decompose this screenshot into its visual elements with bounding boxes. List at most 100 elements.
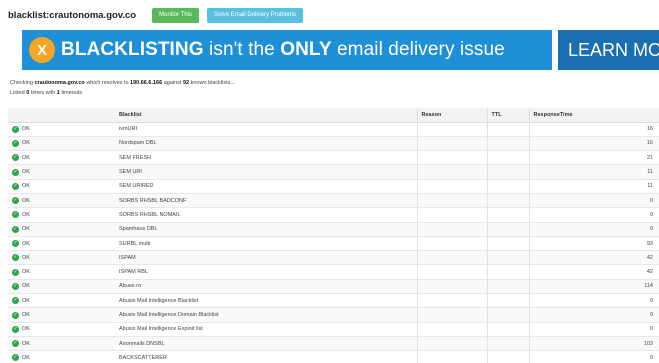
ttl-cell (486, 179, 529, 194)
reason-cell (416, 193, 487, 209)
status-cell: ✓ OK (8, 179, 115, 194)
response-time-cell: 11 (528, 179, 659, 194)
check-circle-icon: ✓ (12, 268, 19, 276)
check-circle-icon: ✓ (12, 325, 19, 333)
response-time-cell: 0 (528, 307, 659, 323)
table-row[interactable]: ✓ OK SORBS RHSBL BADCONF 0 (8, 193, 659, 209)
check-circle-icon: ✓ (12, 340, 19, 348)
status-text: OK (22, 283, 30, 290)
check-summary: Checking crautonoma.gov.co which resolve… (10, 78, 235, 98)
response-time-cell: 0 (528, 207, 659, 223)
status-cell: ✓ OK (8, 164, 115, 180)
blacklist-name: SURBL multi (115, 236, 417, 252)
table-row[interactable]: ✓ OK SEM URI 11 (8, 164, 659, 180)
status-text: OK (22, 197, 30, 204)
listed-line: Listed 0 times with 1 timeouts (10, 90, 83, 96)
solve-email-delivery-button[interactable]: Solve Email Delivery Problems (207, 7, 304, 23)
response-time-cell: 16 (528, 136, 659, 152)
table-row[interactable]: ✓ OK Abusix Mail Intelligence Blacklist 0 (8, 293, 659, 309)
page-title: blacklist:crautonoma.gov.co (8, 9, 137, 21)
learn-more-button[interactable]: LEARN MORE (558, 30, 659, 70)
top-bar: blacklist:crautonoma.gov.co Monitor This… (8, 6, 304, 24)
status-text: OK (22, 211, 30, 218)
ttl-cell (486, 193, 529, 209)
ttl-cell (486, 279, 529, 295)
reason-cell (416, 264, 487, 280)
blacklist-name: ivmURI (115, 122, 417, 137)
blacklist-name: SEM URI (115, 164, 417, 180)
table-row[interactable]: ✓ OK SEM FRESH 21 (8, 150, 659, 166)
status-text: OK (22, 312, 30, 318)
table-row[interactable]: ✓ OK Spamhaus DBL 0 (8, 222, 659, 237)
table-row[interactable]: ✓ OK Abusix Mail Intelligence Domain Black… (8, 307, 659, 323)
table-row[interactable]: ✓ OK BACKSCATTERER 0 (8, 350, 659, 363)
response-time-cell: 21 (528, 150, 659, 166)
blacklist-name: Spamhaus DBL (115, 222, 417, 237)
table-row[interactable]: ✓ OK Anonmails DNSBL 103 (8, 336, 659, 352)
reason-cell (416, 322, 487, 337)
ttl-cell (486, 136, 529, 152)
table-row[interactable]: ✓ OK ISPAM RBL 42 (8, 264, 659, 280)
table-row[interactable]: ✓ OK SURBL multi 93 (8, 236, 659, 252)
check-circle-icon: ✓ (12, 211, 19, 219)
check-circle-icon: ✓ (12, 354, 19, 362)
response-time-cell: 0 (528, 350, 659, 363)
reason-cell (416, 250, 487, 266)
ad-banner[interactable]: X BLACKLISTING isn't the ONLY email deli… (22, 30, 659, 70)
reason-column-header[interactable]: Reason (416, 108, 487, 123)
status-cell: ✓ OK (8, 122, 115, 137)
status-cell: ✓ OK (8, 350, 115, 363)
blacklist-name: SORBS RHSBL BADCONF (115, 193, 417, 209)
blacklist-name: Abusix Mail Intelligence Blacklist (115, 293, 417, 309)
check-circle-icon: ✓ (12, 182, 19, 190)
response-time-cell: 16 (528, 122, 659, 137)
table-row[interactable]: ✓ OK ivmURI 16 (8, 122, 659, 137)
blacklist-name: ISPAM (115, 250, 417, 266)
reason-cell (416, 307, 487, 323)
status-column-header (8, 108, 115, 123)
ttl-cell (486, 264, 529, 280)
table-row[interactable]: ✓ OK SORBS RHSBL NOMAIL 0 (8, 207, 659, 223)
ttl-cell (486, 222, 529, 237)
status-text: OK (22, 240, 30, 247)
status-text: OK (22, 154, 30, 161)
blacklist-name: SORBS RHSBL NOMAIL (115, 207, 417, 223)
check-circle-icon: ✓ (12, 154, 19, 162)
ttl-cell (486, 122, 529, 137)
response-time-cell: 42 (528, 264, 659, 280)
table-row[interactable]: ✓ OK SEM URIRED 11 (8, 179, 659, 194)
status-text: OK (22, 140, 30, 147)
check-circle-icon: ✓ (12, 311, 19, 319)
table-row[interactable]: ✓ OK ISPAM 42 (8, 250, 659, 266)
reason-cell (416, 279, 487, 295)
status-text: OK (22, 340, 30, 347)
ttl-cell (486, 307, 529, 323)
blacklist-name: SEM URIRED (115, 179, 417, 194)
monitor-this-button[interactable]: Monitor This (152, 7, 200, 23)
status-text: OK (22, 226, 30, 233)
status-text: OK (22, 169, 30, 176)
response-time-cell: 0 (528, 222, 659, 237)
table-row[interactable]: ✓ OK Nordspam DBL 16 (8, 136, 659, 152)
blacklist-column-header[interactable]: Blacklist (115, 108, 417, 123)
blacklist-table: Blacklist Reason TTL ResponseTime ✓ OK ivm… (8, 108, 659, 363)
table-row[interactable]: ✓ OK Abusix Mail Intelligence Exploit list… (8, 322, 659, 337)
blacklist-name: Abuse.ro (115, 279, 417, 295)
status-cell: ✓ OK (8, 293, 115, 309)
status-cell: ✓ OK (8, 307, 115, 323)
table-row[interactable]: ✓ OK Abuse.ro 114 (8, 279, 659, 295)
blacklist-name: Abusix Mail Intelligence Exploit list (115, 322, 417, 337)
response-time-cell: 114 (528, 279, 659, 295)
status-text: OK (22, 126, 30, 133)
reason-cell (416, 222, 487, 237)
ttl-cell (486, 350, 529, 363)
status-cell: ✓ OK (8, 150, 115, 166)
check-circle-icon: ✓ (12, 139, 19, 147)
response-time-cell: 103 (528, 336, 659, 352)
response-time-cell: 0 (528, 322, 659, 337)
reason-cell (416, 179, 487, 194)
check-circle-icon: ✓ (12, 125, 19, 133)
ttl-column-header[interactable]: TTL (486, 108, 529, 123)
reason-cell (416, 236, 487, 252)
response-time-column-header[interactable]: ResponseTime (528, 108, 659, 123)
